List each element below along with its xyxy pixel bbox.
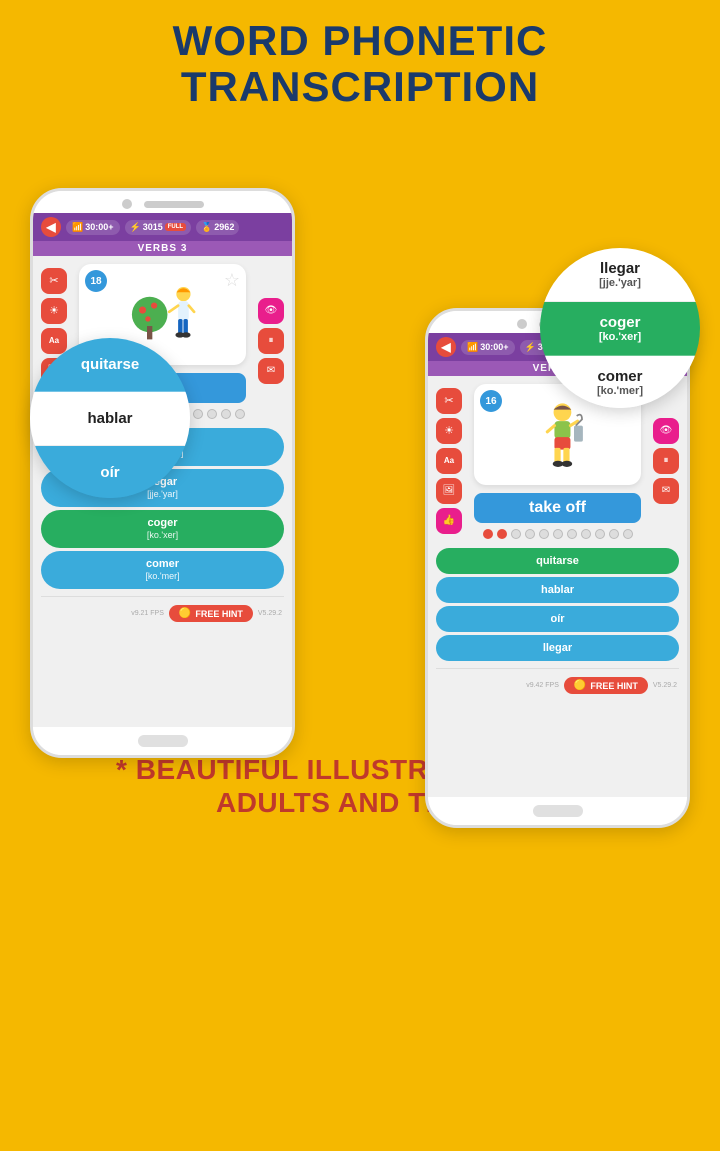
answer-btn-4[interactable]: comer[ko.'mer] <box>41 551 284 589</box>
dot-inactive-r11 <box>623 529 633 539</box>
phone-left-statusbar: ◀ 📶 30:00+ ⚡ 3015 FULL 🏅 2962 <box>33 213 292 241</box>
phone-right-icons-left: ✂ ☀ Aa 🖼 👍 <box>428 384 466 538</box>
bubble-left: quitarse hablar oír <box>30 338 190 498</box>
lightning-icon-right: ⚡ <box>525 342 536 353</box>
phone-right-timer: 📶 30:00+ <box>461 340 515 355</box>
answer-btn-r4[interactable]: llegar <box>436 635 679 661</box>
dot-inactive <box>193 409 203 419</box>
wifi-icon: 📶 <box>72 222 83 233</box>
separator-left <box>41 596 284 597</box>
phone-left-timer: 📶 30:00+ <box>66 220 120 235</box>
home-btn-right[interactable] <box>533 805 583 817</box>
version-right: V5.29.2 <box>653 682 677 689</box>
phone-right-bottom <box>428 797 687 825</box>
sun-icon-left[interactable]: ☀ <box>41 298 67 324</box>
pause-icon-right[interactable]: ⏸ <box>653 448 679 474</box>
text-icon-left[interactable]: Aa <box>41 328 67 354</box>
phone-left-icons-right: 👁 ⏸ ✉ <box>254 294 292 388</box>
phone-right-back-btn[interactable]: ◀ <box>436 337 456 357</box>
hint-label-right: FREE HINT <box>590 681 638 691</box>
thumb-icon-right[interactable]: 👍 <box>436 508 462 534</box>
answer-btn-r2[interactable]: hablar <box>436 577 679 603</box>
phone-right-word: take off <box>474 493 641 523</box>
dot-inactive-r4 <box>525 529 535 539</box>
phone-left-camera <box>122 199 132 209</box>
dot-inactive-r9 <box>595 529 605 539</box>
eye-icon-right[interactable]: 👁 <box>653 418 679 444</box>
hint-btn-right[interactable]: 🟡 FREE HINT <box>564 677 648 694</box>
phone-left-bottom <box>33 727 292 755</box>
phone-left-topbar <box>33 191 292 213</box>
answer-btn-r1[interactable]: quitarse <box>436 548 679 574</box>
dot-inactive <box>207 409 217 419</box>
sun-icon-right[interactable]: ☀ <box>436 418 462 444</box>
scissors-icon-left[interactable]: ✂ <box>41 268 67 294</box>
dot-inactive-r5 <box>539 529 549 539</box>
lightning-icon-left: ⚡ <box>130 222 141 233</box>
bubble-right-item-1-phonetic: [jje.'yar] <box>599 277 641 289</box>
dot-inactive-r8 <box>581 529 591 539</box>
phone-left-card-badge: 18 <box>85 270 107 292</box>
phone-left-hint-bar: v9.21 FPS 🟡 FREE HINT V5.29.2 <box>33 601 292 628</box>
separator-right <box>436 668 679 669</box>
dot-active-r2 <box>497 529 507 539</box>
answer-btn-r3[interactable]: oír <box>436 606 679 632</box>
mail-icon-right[interactable]: ✉ <box>653 478 679 504</box>
medal-icon-left: 🏅 <box>201 222 212 233</box>
bubble-left-item-3: oír <box>100 464 119 481</box>
text-icon-right[interactable]: Aa <box>436 448 462 474</box>
bubble-left-item-1: quitarse <box>81 356 139 373</box>
dot-active-r1 <box>483 529 493 539</box>
phone-left-coins: 🏅 2962 <box>196 220 239 235</box>
bubble-right: llegar [jje.'yar] coger [ko.'xer] comer … <box>540 248 700 408</box>
dot-inactive-r7 <box>567 529 577 539</box>
image-icon-right[interactable]: 🖼 <box>436 478 462 504</box>
hint-coin-icon-left: 🟡 <box>179 608 191 619</box>
phone-left-card-star: ☆ <box>224 270 240 291</box>
phone-right-illustration <box>518 392 598 477</box>
dot-inactive-r6 <box>553 529 563 539</box>
phone-right-camera <box>517 319 527 329</box>
home-btn-left[interactable] <box>138 735 188 747</box>
fps-left: v9.21 FPS <box>131 610 164 617</box>
eye-icon-left[interactable]: 👁 <box>258 298 284 324</box>
phone-right-main: ✂ ☀ Aa 🖼 👍 16 ☆ <box>428 376 687 797</box>
dot-inactive <box>221 409 231 419</box>
bubble-right-item-1-label: llegar <box>599 260 641 277</box>
dot-inactive-r3 <box>511 529 521 539</box>
answer-btn-3[interactable]: coger[ko.'xer] <box>41 510 284 548</box>
dot-inactive <box>235 409 245 419</box>
phone-left-score: ⚡ 3015 FULL <box>125 220 192 235</box>
phone-right-icons-right: 👁 ⏸ ✉ <box>649 414 687 508</box>
bubble-left-item-2: hablar <box>87 410 132 427</box>
bubble-right-item-3-phonetic: [ko.'mer] <box>597 385 643 397</box>
dot-inactive-r10 <box>609 529 619 539</box>
hint-btn-left[interactable]: 🟡 FREE HINT <box>169 605 253 622</box>
phone-right-card-badge: 16 <box>480 390 502 412</box>
phone-left-main: ✂ ☀ Aa 🖼 👍 18 ☆ <box>33 256 292 727</box>
phone-right-answers: quitarse hablar oír llegar <box>428 545 687 664</box>
scissors-icon-right[interactable]: ✂ <box>436 388 462 414</box>
hint-label-left: FREE HINT <box>195 609 243 619</box>
bubble-right-item-2-label: coger <box>599 314 641 331</box>
phone-left-speaker <box>144 201 204 208</box>
bubble-right-item-3-label: comer <box>597 368 643 385</box>
wifi-icon-right: 📶 <box>467 342 478 353</box>
bubble-right-item-2-phonetic: [ko.'xer] <box>599 331 641 343</box>
version-left: V5.29.2 <box>258 610 282 617</box>
phone-right-dots <box>466 529 649 539</box>
mail-icon-left[interactable]: ✉ <box>258 358 284 384</box>
fps-right: v9.42 FPS <box>526 682 559 689</box>
pause-icon-left[interactable]: ⏸ <box>258 328 284 354</box>
phone-left-back-btn[interactable]: ◀ <box>41 217 61 237</box>
phone-left-level: VERBS 3 <box>33 241 292 256</box>
main-title: WORD PHONETIC TRANSCRIPTION <box>173 18 548 110</box>
hint-coin-icon-right: 🟡 <box>574 680 586 691</box>
phone-right-hint-bar: v9.42 FPS 🟡 FREE HINT V5.29.2 <box>428 673 687 700</box>
